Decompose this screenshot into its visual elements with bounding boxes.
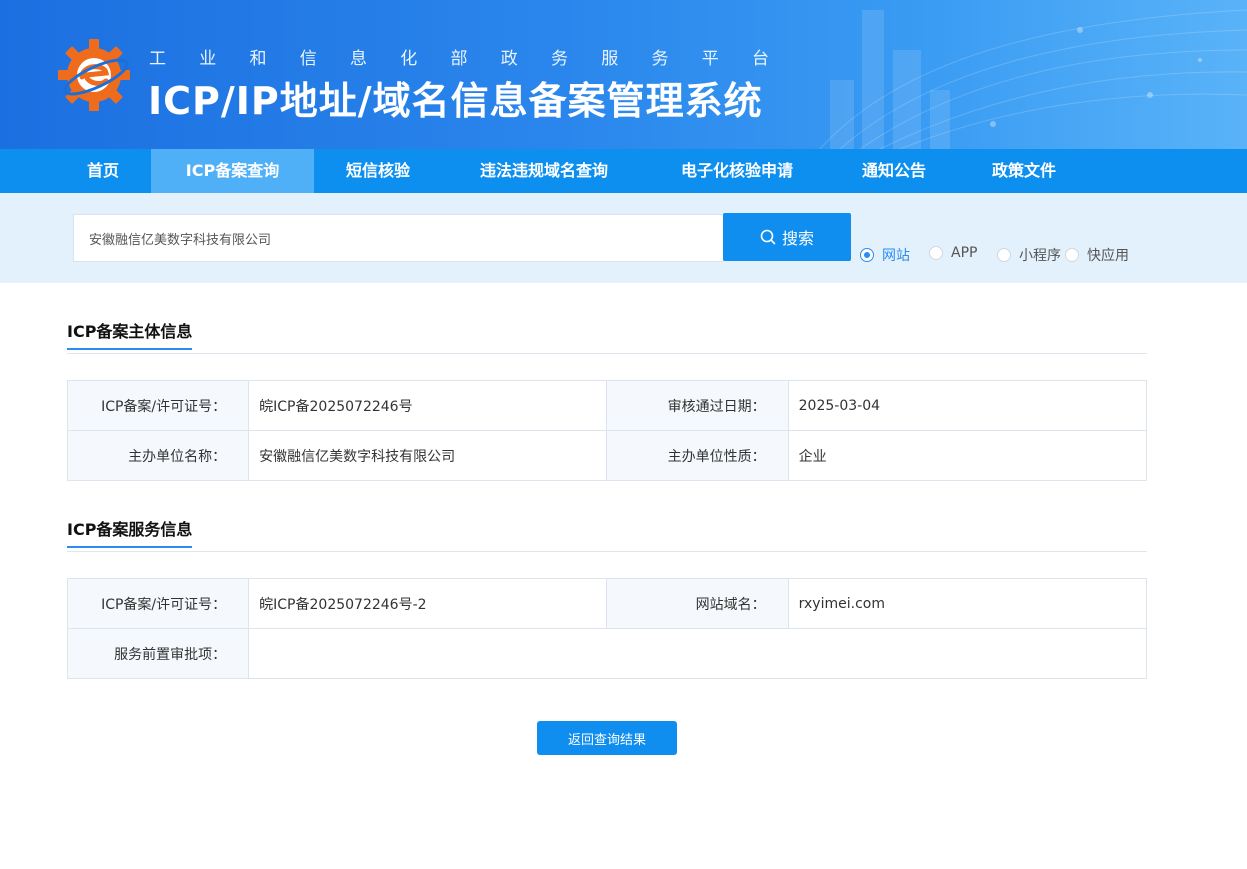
- radio-app[interactable]: APP: [929, 245, 977, 261]
- search-button-label: 搜索: [781, 229, 814, 248]
- radio-quickapp[interactable]: 快应用: [1065, 245, 1129, 265]
- nav-notices[interactable]: 通知公告: [848, 149, 940, 193]
- subtitle-char: 务: [651, 49, 669, 69]
- subject-info-table: ICP备案/许可证号： 皖ICP备2025072246号 审核通过日期： 202…: [66, 380, 1148, 481]
- radio-unchecked-icon: [1065, 248, 1079, 262]
- field-label: ICP备案/许可证号：: [66, 380, 250, 431]
- subtitle-char: 平: [701, 49, 719, 69]
- domain-value: rxyimei.com: [787, 578, 1148, 629]
- nav-policy-docs[interactable]: 政策文件: [978, 149, 1070, 193]
- header-banner: 工 业 和 信 息 化 部 政 务 服 务 平 台 ICP/IP地址/域名信息备案管理系统: [0, 0, 1247, 149]
- miit-logo-icon: [58, 39, 130, 111]
- subtitle-char: 部: [450, 49, 468, 69]
- subtitle-char: 化: [400, 49, 418, 69]
- field-label: 服务前置审批项：: [66, 628, 250, 679]
- search-icon: [760, 229, 776, 245]
- table-row: 服务前置审批项：: [66, 628, 1147, 679]
- service-license-value: 皖ICP备2025072246号-2: [248, 578, 608, 629]
- field-label: 网站域名：: [606, 578, 789, 629]
- approval-date-value: 2025-03-04: [787, 380, 1148, 431]
- subtitle-char: 业: [199, 49, 217, 69]
- radio-miniprogram[interactable]: 小程序: [997, 245, 1061, 265]
- field-label: ICP备案/许可证号：: [66, 578, 250, 629]
- pre-approval-value: [248, 628, 1147, 679]
- subtitle-char: 台: [752, 49, 769, 69]
- license-number-value: 皖ICP备2025072246号: [248, 380, 608, 431]
- subtitle-char: 政: [500, 49, 518, 69]
- nav-sms-verify[interactable]: 短信核验: [334, 149, 422, 193]
- radio-unchecked-icon: [997, 248, 1011, 262]
- subtitle-char: 和: [249, 49, 267, 69]
- radio-checked-icon: [860, 248, 874, 262]
- table-row: ICP备案/许可证号： 皖ICP备2025072246号-2 网站域名： rxy…: [66, 578, 1148, 629]
- section-divider: [67, 353, 1147, 354]
- subtitle-char: 信: [299, 49, 317, 69]
- subtitle-char: 务: [551, 49, 568, 69]
- radio-unchecked-icon: [929, 246, 943, 260]
- organizer-type-value: 企业: [787, 430, 1148, 481]
- back-to-results-button[interactable]: 返回查询结果: [537, 721, 677, 755]
- radio-website[interactable]: 网站: [860, 245, 910, 265]
- search-bar: 搜索 网站 APP 小程序 快应用: [0, 193, 1247, 283]
- subtitle-char: 息: [350, 49, 367, 69]
- subtitle-char: 服: [601, 49, 619, 69]
- service-info-table: ICP备案/许可证号： 皖ICP备2025072246号-2 网站域名： rxy…: [66, 578, 1148, 679]
- subtitle-char: 工: [149, 49, 166, 69]
- search-input[interactable]: [73, 214, 724, 262]
- organizer-name-value: 安徽融信亿美数字科技有限公司: [248, 430, 608, 481]
- search-button[interactable]: 搜索: [723, 213, 851, 261]
- table-row: ICP备案/许可证号： 皖ICP备2025072246号 审核通过日期： 202…: [66, 380, 1148, 431]
- section-divider: [67, 551, 1147, 552]
- field-label: 主办单位性质：: [606, 430, 789, 481]
- main-nav: 首页 ICP备案查询 短信核验 违法违规域名查询 电子化核验申请 通知公告 政策…: [0, 149, 1247, 193]
- service-section-title: ICP备案服务信息: [67, 516, 193, 548]
- subject-section-title: ICP备案主体信息: [67, 318, 193, 350]
- nav-electronic-verify[interactable]: 电子化核验申请: [666, 149, 808, 193]
- nav-illegal-domain-query[interactable]: 违法违规域名查询: [462, 149, 626, 193]
- nav-icp-query[interactable]: ICP备案查询: [151, 149, 314, 193]
- table-row: 主办单位名称： 安徽融信亿美数字科技有限公司 主办单位性质： 企业: [66, 430, 1148, 481]
- nav-home[interactable]: 首页: [72, 149, 134, 193]
- field-label: 主办单位名称：: [66, 430, 250, 481]
- field-label: 审核通过日期：: [606, 380, 789, 431]
- platform-subtitle: 工业和信息化部政务服务平台: [149, 44, 769, 69]
- system-title: ICP/IP地址/域名信息备案管理系统: [148, 79, 763, 123]
